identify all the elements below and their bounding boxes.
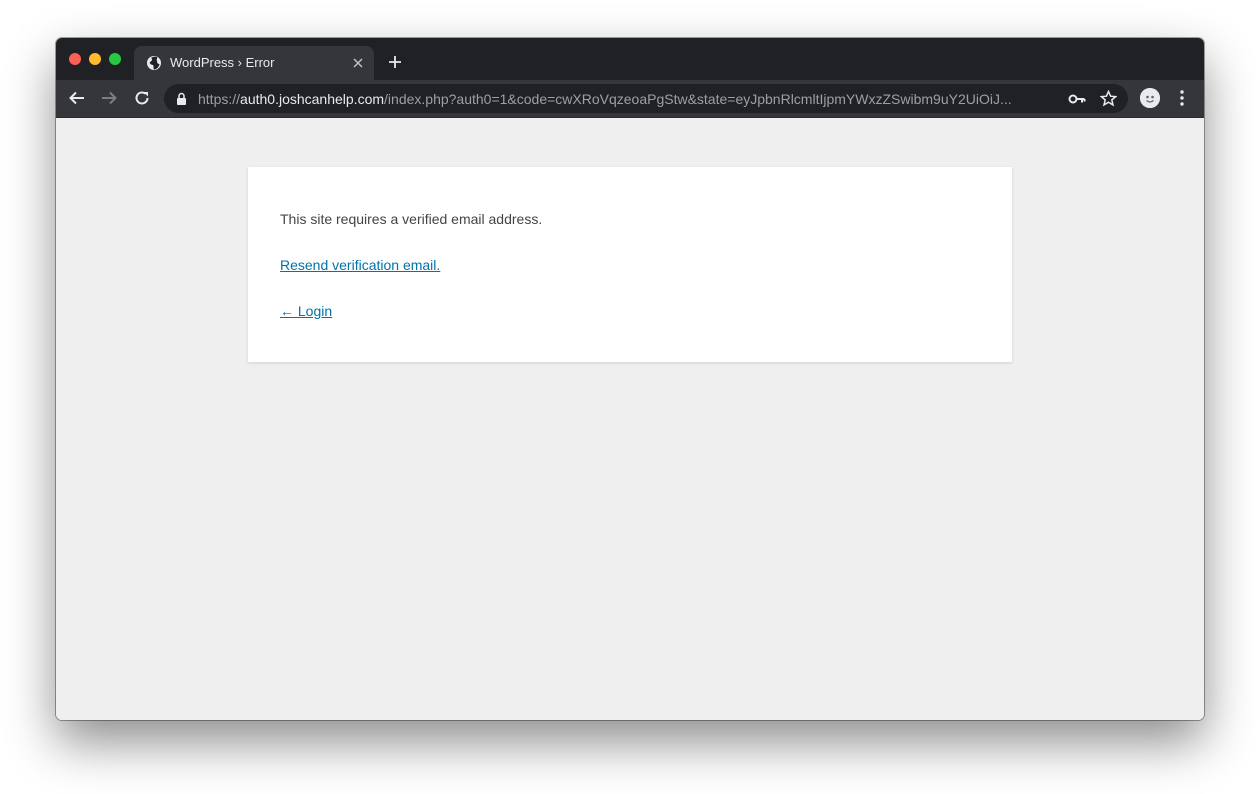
reload-icon[interactable] — [133, 89, 151, 107]
tab-title: WordPress › Error — [170, 55, 275, 70]
window-close-button[interactable] — [69, 53, 81, 65]
close-icon[interactable] — [352, 57, 364, 69]
avatar-face-icon — [1140, 88, 1160, 108]
forward-icon[interactable] — [100, 89, 118, 107]
window-minimize-button[interactable] — [89, 53, 101, 65]
page-content: This site requires a verified email addr… — [56, 118, 1204, 720]
browser-toolbar: https://auth0.joshcanhelp.com/index.php?… — [56, 80, 1204, 118]
star-icon[interactable] — [1100, 90, 1117, 107]
back-icon[interactable] — [68, 89, 86, 107]
menu-icon[interactable] — [1174, 89, 1190, 107]
avatar[interactable] — [1140, 88, 1160, 108]
tab-strip: WordPress › Error — [56, 38, 1204, 80]
url-scheme: https:// — [198, 91, 241, 107]
error-message: This site requires a verified email addr… — [280, 211, 543, 227]
address-bar[interactable]: https://auth0.joshcanhelp.com/index.php?… — [164, 84, 1128, 113]
new-tab-icon[interactable] — [388, 55, 402, 69]
url-text[interactable]: https://auth0.joshcanhelp.com/index.php?… — [198, 91, 1062, 107]
globe-icon — [147, 56, 161, 70]
url-host: auth0.joshcanhelp.com — [240, 91, 385, 107]
error-box: This site requires a verified email addr… — [248, 167, 1012, 362]
url-path: /index.php?auth0=1&code=cwXRoVqzeoaPgStw… — [384, 91, 1012, 107]
resend-verification-link[interactable]: Resend verification email. — [280, 257, 440, 273]
lock-icon[interactable] — [176, 92, 187, 105]
window-maximize-button[interactable] — [109, 53, 121, 65]
browser-window: WordPress › Error https://auth0.joshcanh… — [56, 38, 1204, 720]
login-link[interactable]: ← Login — [280, 303, 332, 319]
key-icon[interactable] — [1068, 91, 1086, 107]
tab-wordpress-error[interactable]: WordPress › Error — [134, 46, 374, 80]
